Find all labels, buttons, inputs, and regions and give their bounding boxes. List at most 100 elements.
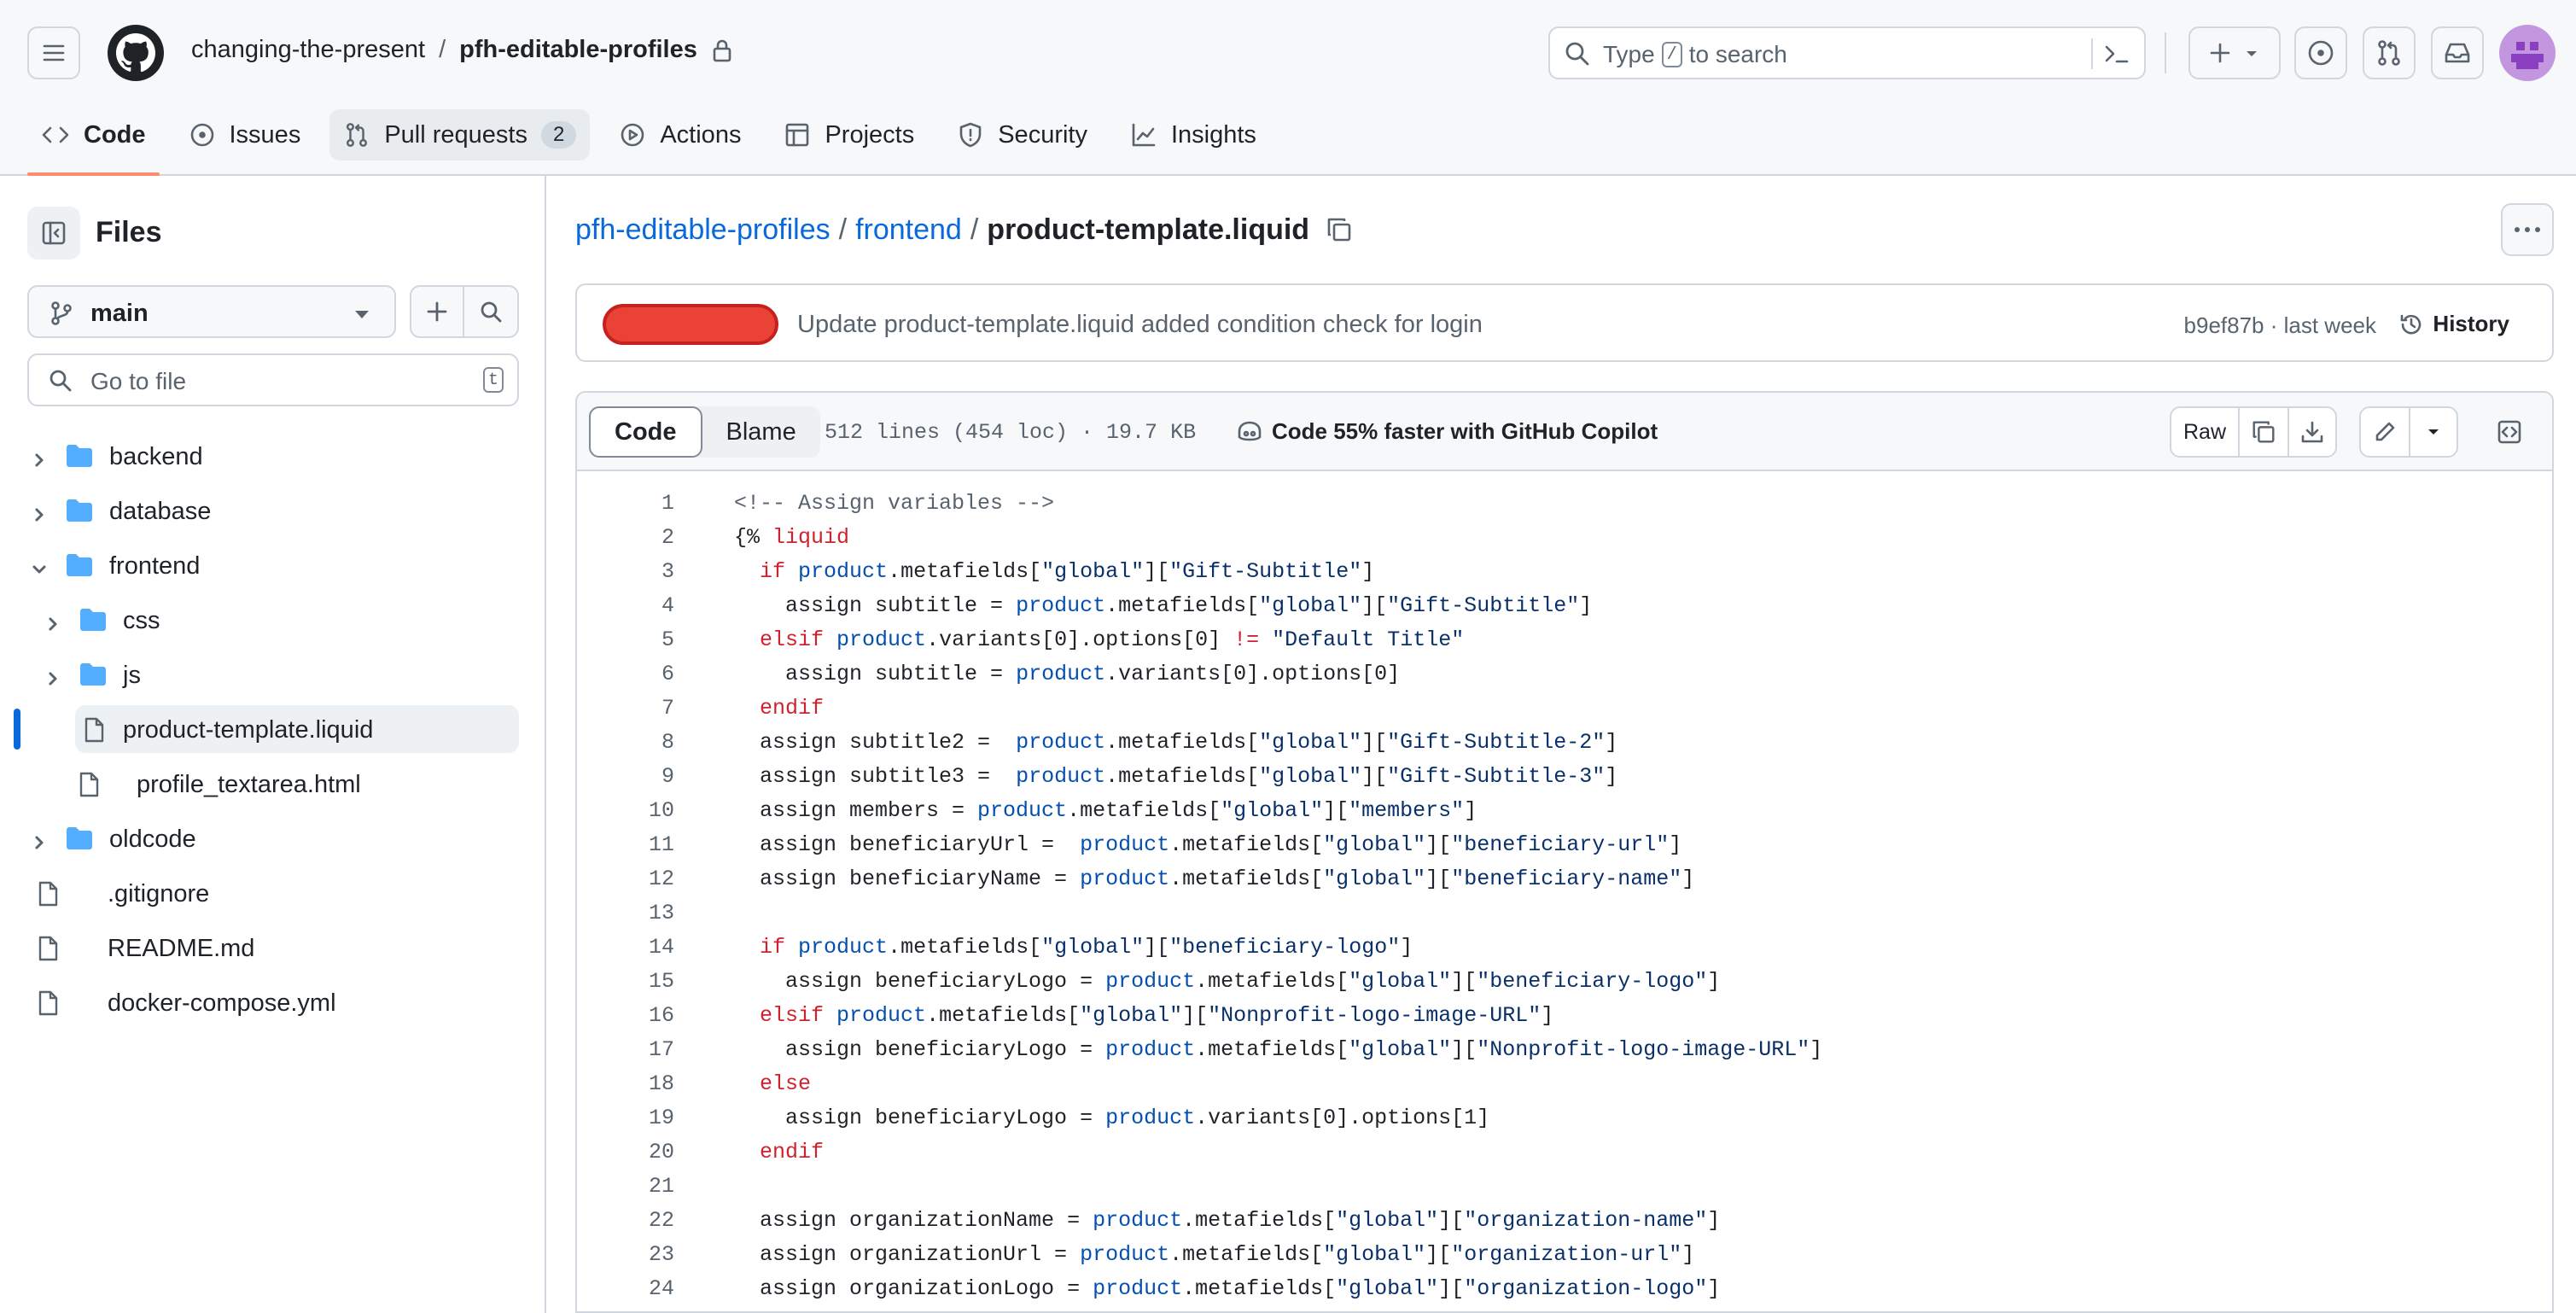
chevron-right-icon[interactable] [31, 502, 48, 522]
line-number[interactable]: 10 [577, 794, 674, 828]
line-number[interactable]: 14 [577, 931, 674, 965]
menu-button[interactable] [27, 26, 80, 79]
breadcrumb-folder-link[interactable]: frontend [855, 213, 962, 247]
search-input[interactable]: Type / to search [1548, 26, 2146, 79]
pull-requests-button[interactable] [2363, 26, 2416, 79]
line-number[interactable]: 24 [577, 1272, 674, 1306]
line-number[interactable]: 4 [577, 589, 674, 623]
search-files-button[interactable] [464, 287, 517, 336]
tab-security[interactable]: Security [943, 109, 1101, 160]
create-new-button[interactable] [2188, 26, 2281, 79]
line-number[interactable]: 23 [577, 1238, 674, 1272]
history-button[interactable]: History [2398, 311, 2509, 337]
inbox-button[interactable] [2431, 26, 2484, 79]
raw-button[interactable]: Raw [2171, 408, 2240, 456]
tree-file-readme-md[interactable]: README.md [27, 924, 519, 972]
tree-file-product-template-liquid[interactable]: product-template.liquid [75, 705, 519, 753]
line-number[interactable]: 6 [577, 657, 674, 692]
chevron-right-icon[interactable] [31, 447, 48, 467]
copy-path-button[interactable] [1325, 215, 1354, 248]
user-avatar[interactable] [2499, 25, 2556, 81]
line-number[interactable]: 18 [577, 1067, 674, 1101]
tab-pull-requests[interactable]: Pull requests 2 [329, 109, 591, 160]
files-title: Files [96, 216, 162, 248]
symbols-panel-button[interactable] [2484, 406, 2535, 458]
play-circle-icon [621, 123, 644, 147]
code-square-icon [2497, 420, 2521, 444]
tree-item-label: frontend [109, 552, 201, 580]
line-number[interactable]: 3 [577, 555, 674, 589]
line-number[interactable]: 2 [577, 521, 674, 555]
repo-nav: Code Issues Pull requests 2 Actions Proj… [27, 109, 1285, 176]
line-number[interactable]: 22 [577, 1204, 674, 1238]
branch-selector[interactable]: main [27, 285, 396, 338]
line-number[interactable]: 7 [577, 692, 674, 726]
tree-folder-backend[interactable]: backend [27, 432, 519, 480]
history-icon [2401, 314, 2422, 334]
chevron-right-icon[interactable] [44, 611, 61, 631]
line-number[interactable]: 11 [577, 828, 674, 862]
raw-actions-group: Raw [2170, 406, 2337, 458]
chevron-right-icon[interactable] [31, 830, 48, 849]
more-options-button[interactable] [2501, 203, 2554, 256]
line-number[interactable]: 15 [577, 965, 674, 999]
copilot-promo-link[interactable]: Code 55% faster with GitHub Copilot [1236, 418, 1658, 445]
line-number[interactable]: 16 [577, 999, 674, 1033]
go-to-file-shortcut: t [483, 367, 504, 393]
line-number[interactable]: 17 [577, 1033, 674, 1067]
tab-issues[interactable]: Issues [175, 109, 315, 160]
inbox-icon [2445, 43, 2470, 63]
breadcrumb-repo-link[interactable]: pfh-editable-profiles [575, 213, 830, 247]
line-number[interactable]: 21 [577, 1170, 674, 1204]
commit-message-link[interactable]: Update product-template.liquid added con… [797, 311, 1483, 339]
tree-file-profile-textarea-html[interactable]: profile_textarea.html [27, 760, 519, 808]
chevron-down-icon[interactable] [31, 557, 48, 574]
line-number[interactable]: 20 [577, 1135, 674, 1170]
line-number[interactable]: 5 [577, 623, 674, 657]
code-view-button[interactable]: Code [589, 406, 702, 458]
command-palette-button[interactable] [2100, 38, 2134, 73]
code-text: assign subtitle3 = product.metafields["g… [734, 764, 1618, 789]
code-text: elsif product.metafields["global"]["Nonp… [760, 1003, 1554, 1028]
line-number[interactable]: 9 [577, 760, 674, 794]
line-number[interactable]: 19 [577, 1101, 674, 1135]
download-button[interactable] [2288, 408, 2335, 456]
tab-projects[interactable]: Projects [770, 109, 928, 160]
issues-button[interactable] [2294, 26, 2347, 79]
line-number[interactable]: 13 [577, 896, 674, 931]
line-number[interactable]: 1 [577, 487, 674, 521]
tree-folder-js[interactable]: js [27, 651, 519, 698]
code-line: 13 [577, 896, 2552, 931]
copilot-promo-label: Code 55% faster with GitHub Copilot [1272, 418, 1658, 444]
line-number[interactable]: 12 [577, 862, 674, 896]
collapse-sidebar-button[interactable] [27, 207, 80, 260]
tree-file--gitignore[interactable]: .gitignore [27, 869, 519, 917]
tab-actions[interactable]: Actions [605, 109, 755, 160]
tree-folder-database[interactable]: database [27, 487, 519, 534]
tab-insights[interactable]: Insights [1116, 109, 1270, 160]
copy-raw-button[interactable] [2240, 408, 2288, 456]
folder-icon [65, 826, 94, 858]
redacted-author-avatar [603, 304, 778, 345]
edit-options-dropdown[interactable] [2409, 408, 2457, 456]
code-line: 2 {% liquid [577, 521, 2552, 555]
tree-folder-frontend[interactable]: frontend [27, 541, 519, 589]
tree-folder-oldcode[interactable]: oldcode [27, 814, 519, 862]
chevron-right-icon[interactable] [44, 666, 61, 686]
commit-sha-time[interactable]: b9ef87b · last week [2184, 312, 2376, 339]
line-number[interactable]: 8 [577, 726, 674, 760]
tree-file-docker-compose-yml[interactable]: docker-compose.yml [27, 978, 519, 1026]
go-to-file-input[interactable]: Go to file t [27, 353, 519, 406]
owner-link[interactable]: changing-the-present [191, 36, 425, 64]
breadcrumb: pfh-editable-profiles / frontend / produ… [575, 213, 1309, 247]
breadcrumb-separator: / [970, 213, 979, 246]
add-file-button[interactable] [411, 287, 465, 336]
code-text: if product.metafields["global"]["benefic… [760, 935, 1413, 960]
edit-file-button[interactable] [2361, 408, 2409, 456]
kebab-dot-icon [2535, 227, 2540, 232]
tree-folder-css[interactable]: css [27, 596, 519, 644]
blame-view-button[interactable]: Blame [702, 406, 820, 458]
repo-link[interactable]: pfh-editable-profiles [459, 36, 697, 64]
github-logo-icon[interactable] [108, 25, 164, 81]
tab-code[interactable]: Code [27, 109, 160, 176]
